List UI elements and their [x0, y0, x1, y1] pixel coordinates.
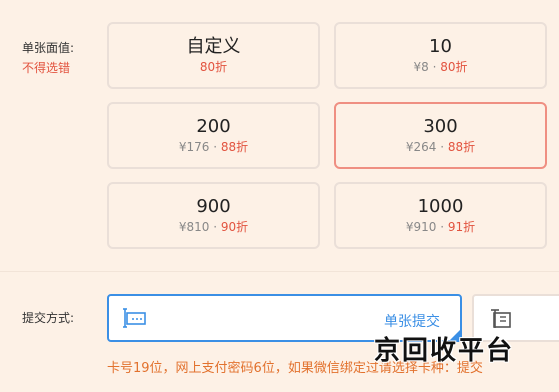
card-discount: 88折 — [220, 140, 249, 154]
site-watermark: 京回收平台 — [374, 336, 515, 366]
card-price: ¥910 — [405, 220, 437, 234]
price-separator: · — [436, 140, 448, 154]
card-price-line: ¥176 · 88折 — [109, 139, 318, 155]
card-price: ¥810 — [178, 220, 210, 234]
single-submit-label: 单张提交 — [384, 314, 440, 330]
card-10[interactable]: 10 ¥8 · 80折 — [334, 22, 547, 89]
single-card-icon — [123, 308, 146, 328]
card-discount: 91折 — [447, 220, 476, 234]
card-title: 900 — [196, 196, 231, 217]
card-price: ¥8 — [413, 60, 429, 74]
card-price-line: ¥8 · 80折 — [336, 59, 545, 75]
card-discount: 88折 — [447, 140, 476, 154]
card-discount: 80折 — [199, 60, 228, 74]
card-title: 200 — [196, 116, 231, 137]
card-price: ¥264 — [405, 140, 437, 154]
card-price-line: ¥810 · 90折 — [109, 219, 318, 235]
card-price-line: ¥264 · 88折 — [336, 139, 545, 155]
card-price: ¥176 — [178, 140, 210, 154]
section-divider — [0, 271, 559, 272]
card-title: 自定义 — [186, 36, 241, 57]
card-discount: 90折 — [220, 220, 249, 234]
price-separator: · — [209, 220, 221, 234]
card-custom[interactable]: 自定义 80折 — [107, 22, 320, 89]
batch-card-icon — [491, 309, 511, 328]
price-separator: · — [436, 220, 448, 234]
submit-method-label: 提交方式: — [22, 311, 75, 325]
price-separator: · — [209, 140, 221, 154]
card-title: 1000 — [417, 196, 464, 217]
face-value-warning: 不得选错 — [22, 61, 71, 75]
card-200[interactable]: 200 ¥176 · 88折 — [107, 102, 320, 169]
card-300[interactable]: 300 ¥264 · 88折 — [334, 102, 547, 169]
price-separator: · — [428, 60, 441, 74]
card-price-line: ¥910 · 91折 — [336, 219, 545, 235]
card-900[interactable]: 900 ¥810 · 90折 — [107, 182, 320, 249]
card-title: 10 — [429, 36, 452, 57]
card-discount: 80折 — [440, 60, 468, 74]
card-1000[interactable]: 1000 ¥910 · 91折 — [334, 182, 547, 249]
face-value-label: 单张面值: — [22, 41, 75, 55]
card-title: 300 — [423, 116, 458, 137]
